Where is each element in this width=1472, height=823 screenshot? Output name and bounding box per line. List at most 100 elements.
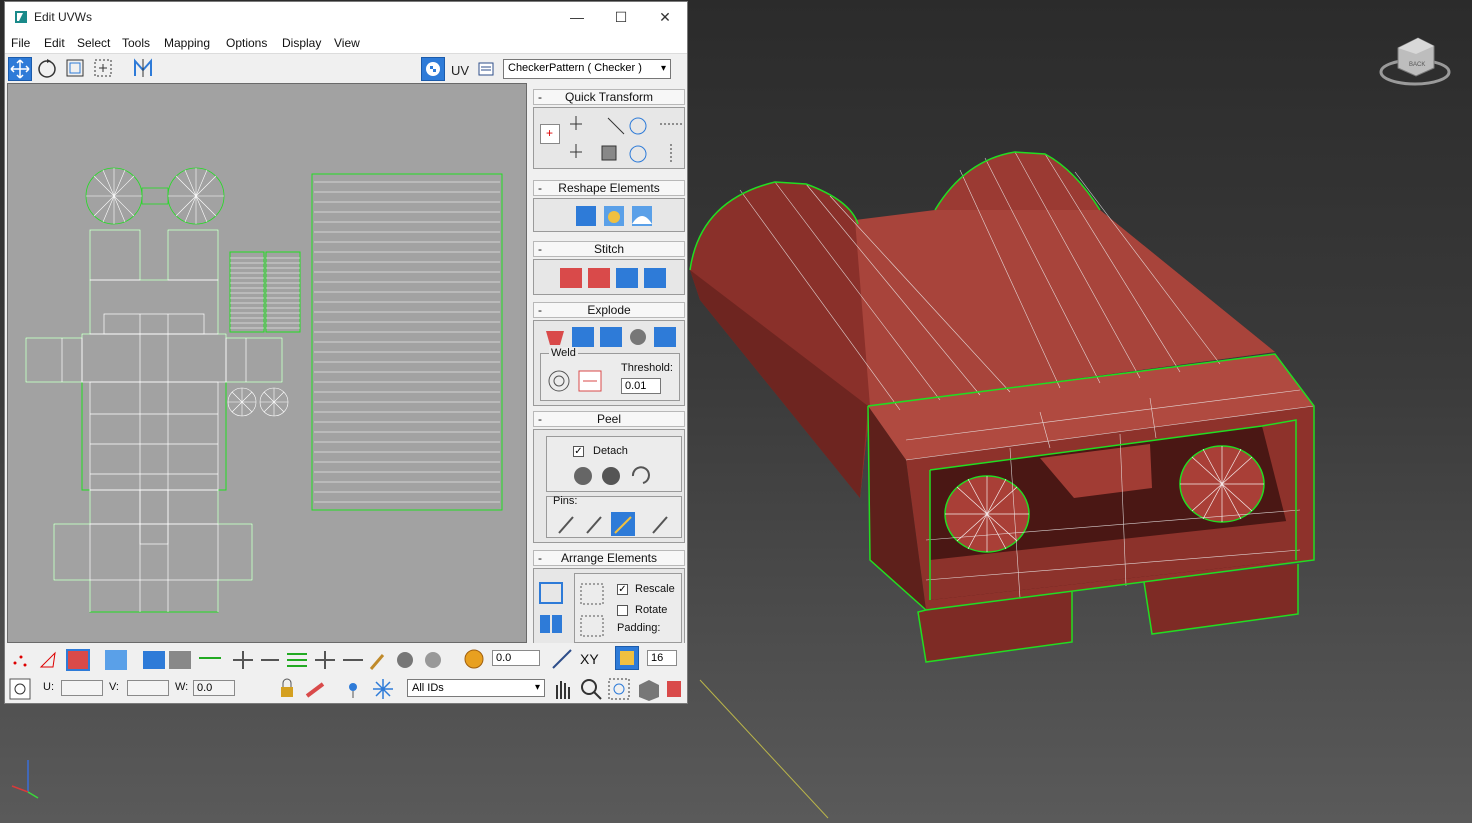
menu-display[interactable]: Display (282, 36, 321, 50)
detach-checkbox[interactable]: ✓ (573, 446, 584, 457)
rollout-title: Explode (587, 303, 631, 317)
rollout-title: Quick Transform (564, 90, 654, 104)
explode-group: Weld Threshold: 0.01 (533, 320, 685, 406)
window-title: Edit UVWs (34, 10, 93, 24)
rotate-label: Rotate (635, 604, 668, 616)
rollout-quick-transform[interactable]: - Quick Transform (533, 89, 685, 105)
freeform-icon (94, 59, 112, 77)
falloff-line-icon[interactable] (551, 648, 573, 670)
soft-select-value[interactable]: 0.0 (492, 650, 540, 666)
menu-file[interactable]: File (11, 36, 30, 50)
grid-snap-icon (620, 651, 634, 665)
uv-layout (25, 167, 503, 613)
3d-model[interactable] (689, 151, 1315, 663)
collapse-icon: - (538, 412, 542, 426)
ids-dropdown-value: All IDs (412, 682, 444, 694)
rotate-checkbox[interactable] (617, 605, 628, 616)
coordinates-toolbar: U: V: W: 0.0 All IDs ▾ (5, 673, 687, 703)
rotate-icon (38, 59, 56, 78)
rollout-title: Arrange Elements (560, 551, 658, 565)
checker-toggle-button[interactable] (421, 57, 445, 81)
w-input[interactable]: 0.0 (193, 680, 235, 696)
pins-label: Pins: (553, 495, 578, 507)
rescale-label: Rescale (635, 583, 675, 595)
weld-icons[interactable] (547, 368, 607, 394)
v-label: V: (109, 681, 119, 693)
close-button[interactable]: ✕ (645, 6, 685, 28)
pivot-button[interactable]: + (540, 124, 560, 144)
align-tools-icons[interactable] (564, 112, 654, 166)
coordinate-mode-icon[interactable] (9, 678, 31, 700)
menu-mapping[interactable]: Mapping (164, 36, 210, 50)
viewcube-icon[interactable]: BACK (1379, 37, 1451, 86)
weld-label: Weld (549, 347, 578, 359)
3dsmax-app-icon (15, 11, 27, 23)
map-dropdown[interactable]: CheckerPattern ( Checker ) ▾ (503, 59, 671, 79)
rollout-title: Stitch (593, 242, 624, 256)
spacing-icons[interactable] (658, 116, 684, 166)
soft-select-icon[interactable] (463, 648, 485, 670)
rollout-explode[interactable]: - Explode (533, 302, 685, 318)
pack-custom-icons[interactable] (579, 582, 607, 640)
scale-tool-button[interactable] (64, 57, 88, 81)
reshape-icons[interactable] (574, 204, 654, 228)
stitch-icons[interactable] (558, 266, 668, 290)
detach-label: Detach (593, 445, 628, 457)
menu-options[interactable]: Options (226, 36, 267, 50)
maximize-button[interactable]: ☐ (601, 6, 641, 28)
ids-dropdown[interactable]: All IDs ▾ (407, 679, 545, 697)
mirror-tool-button[interactable] (132, 57, 156, 81)
arrange-options-box: ✓ Rescale Rotate Padding: (574, 573, 682, 643)
rollout-reshape-elements[interactable]: - Reshape Elements (533, 180, 685, 196)
map-dropdown-value: CheckerPattern ( Checker ) (508, 62, 642, 74)
rotate-tool-button[interactable] (36, 57, 60, 81)
move-tool-button[interactable] (8, 57, 32, 81)
pack-icons[interactable] (538, 581, 566, 639)
rollout-arrange-elements[interactable]: - Arrange Elements (533, 550, 685, 566)
stitch-group (533, 259, 685, 295)
minimize-button[interactable]: — (557, 6, 597, 28)
uv-editor-canvas[interactable] (7, 83, 527, 643)
collapse-icon: - (538, 303, 542, 317)
selection-mode-icons[interactable] (9, 649, 369, 671)
paint-select-icons[interactable] (367, 649, 457, 671)
chevron-down-icon: ▾ (534, 682, 540, 693)
pins-box: Pins: (546, 495, 682, 538)
selection-toolbar: 0.0 XY 16 (5, 643, 687, 673)
chevron-down-icon: ▾ (660, 63, 666, 74)
peel-group: ✓ Detach Pins: (533, 429, 685, 543)
rollout-title: Peel (596, 412, 622, 426)
list-view-button[interactable] (477, 60, 495, 78)
pins-icons[interactable] (555, 511, 679, 537)
weld-box: Weld Threshold: 0.01 (540, 347, 680, 401)
collapse-icon: - (538, 242, 542, 256)
menu-select[interactable]: Select (77, 36, 110, 50)
scale-icon (66, 59, 84, 77)
axis-tripod-icon (11, 760, 39, 799)
title-bar[interactable]: Edit UVWs — ☐ ✕ (5, 2, 687, 32)
threshold-input[interactable]: 0.01 (621, 378, 661, 394)
xy-toggle[interactable]: XY (580, 651, 599, 667)
menu-tools[interactable]: Tools (122, 36, 150, 50)
u-label: U: (43, 681, 54, 693)
lock-and-tool-icons[interactable] (277, 678, 401, 700)
arrange-group: ✓ Rescale Rotate Padding: (533, 568, 685, 643)
mirror-icon (134, 58, 152, 77)
menu-view[interactable]: View (334, 36, 360, 50)
svg-text:BACK: BACK (1409, 62, 1425, 68)
rollout-title: Reshape Elements (558, 181, 660, 195)
rollout-stitch[interactable]: - Stitch (533, 241, 685, 257)
u-input[interactable] (61, 680, 103, 696)
rollout-peel[interactable]: - Peel (533, 411, 685, 427)
collapse-icon: - (538, 551, 542, 565)
peel-mode-icons[interactable] (571, 463, 661, 489)
rescale-checkbox[interactable]: ✓ (617, 584, 628, 595)
menu-edit[interactable]: Edit (44, 36, 65, 50)
grid-snap-button[interactable] (615, 646, 639, 670)
freeform-tool-button[interactable] (92, 57, 116, 81)
view-navigation-icons[interactable] (551, 677, 683, 701)
explode-icons[interactable] (542, 325, 682, 349)
v-input[interactable] (127, 680, 169, 696)
uv-toolbar: UV CheckerPattern ( Checker ) ▾ (5, 54, 687, 84)
grid-value[interactable]: 16 (647, 650, 677, 666)
